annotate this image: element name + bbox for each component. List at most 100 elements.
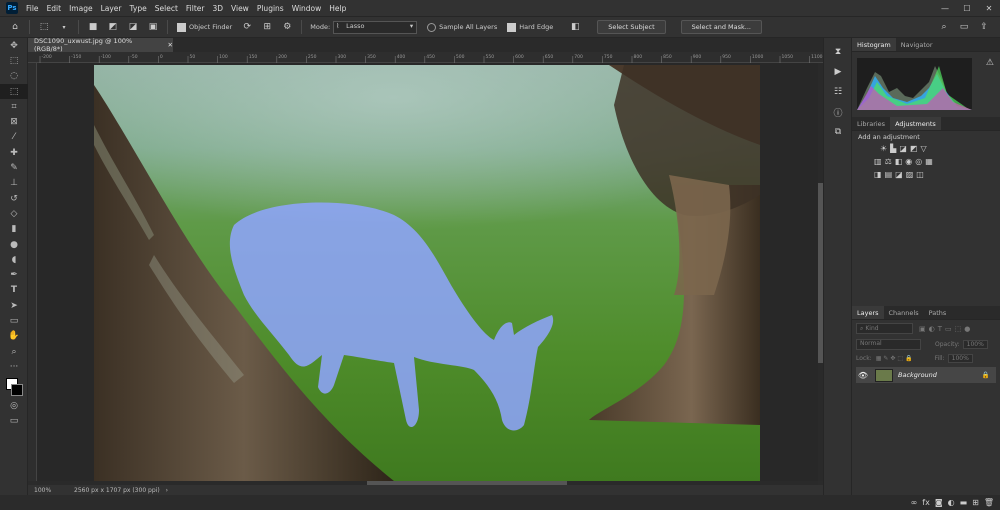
mode-select[interactable]: ⌇ Lasso ▾: [333, 20, 418, 34]
menu-select[interactable]: Select: [155, 4, 178, 13]
more-tools-icon[interactable]: ···: [0, 359, 28, 374]
hue-saturation-icon[interactable]: ▥: [874, 157, 882, 166]
gradient-map-icon[interactable]: ▨: [906, 170, 914, 179]
intersect-selection-icon[interactable]: ▣: [146, 20, 160, 34]
delete-layer-icon[interactable]: 🗑: [984, 498, 994, 507]
channel-mixer-icon[interactable]: ◎: [915, 157, 922, 166]
new-group-icon[interactable]: ▬: [960, 498, 968, 507]
adjustment-layer-icon[interactable]: ◐: [948, 498, 955, 507]
menu-image[interactable]: Image: [69, 4, 93, 13]
color-balance-icon[interactable]: ⚖: [885, 157, 892, 166]
menu-file[interactable]: File: [26, 4, 39, 13]
document-tab[interactable]: DSC1090_uxwust.jpg @ 100% (RGB/8*) ✕: [28, 37, 173, 53]
zoom-level[interactable]: 100%: [34, 487, 64, 494]
spot-healing-tool-icon[interactable]: ✚: [0, 145, 28, 160]
menu-edit[interactable]: Edit: [47, 4, 62, 13]
black-white-icon[interactable]: ◧: [895, 157, 903, 166]
chevron-right-icon[interactable]: ›: [166, 487, 168, 494]
gear-icon[interactable]: ⚙: [280, 20, 294, 34]
object-finder-checkbox[interactable]: Object Finder: [177, 22, 232, 32]
history-icon[interactable]: ⧗: [824, 42, 852, 62]
show-all-objects-icon[interactable]: ⊞: [260, 20, 274, 34]
filter-icons[interactable]: ▣◐T▭⬚●: [919, 325, 973, 333]
eyedropper-tool-icon[interactable]: ⁄: [0, 130, 28, 145]
fill-value[interactable]: 100%: [947, 354, 973, 363]
lasso-tool-icon[interactable]: ◌: [0, 69, 28, 84]
object-selection-tool-icon[interactable]: ⬚: [0, 83, 28, 100]
close-icon[interactable]: ✕: [978, 4, 1000, 13]
tab-libraries[interactable]: Libraries: [852, 117, 890, 130]
minimize-icon[interactable]: —: [934, 4, 956, 13]
invert-icon[interactable]: ◨: [874, 170, 882, 179]
menu-window[interactable]: Window: [292, 4, 322, 13]
new-selection-icon[interactable]: ■: [86, 20, 100, 34]
tab-paths[interactable]: Paths: [924, 306, 952, 319]
quick-mask-icon[interactable]: ◎: [0, 399, 28, 414]
curves-icon[interactable]: ◪: [899, 144, 907, 153]
refresh-icon[interactable]: ⟳: [240, 20, 254, 34]
add-to-selection-icon[interactable]: ◩: [106, 20, 120, 34]
warning-icon[interactable]: ⚠: [986, 58, 994, 68]
menu-3d[interactable]: 3D: [212, 4, 223, 13]
hard-edge-checkbox[interactable]: Hard Edge: [507, 22, 553, 32]
brush-tool-icon[interactable]: ✎: [0, 160, 28, 175]
move-tool-icon[interactable]: ✥: [0, 38, 28, 53]
menu-filter[interactable]: Filter: [186, 4, 205, 13]
properties-icon[interactable]: ☷: [824, 82, 852, 102]
layer-kind-filter[interactable]: ⌕ Kind: [856, 323, 913, 334]
pen-tool-icon[interactable]: ✒: [0, 267, 28, 282]
eraser-tool-icon[interactable]: ◇: [0, 206, 28, 221]
maximize-icon[interactable]: ☐: [956, 4, 978, 13]
eye-icon[interactable]: 👁: [856, 371, 870, 380]
fx-icon[interactable]: fx: [922, 498, 930, 507]
menu-layer[interactable]: Layer: [101, 4, 122, 13]
rectangle-tool-icon[interactable]: ▭: [0, 313, 28, 328]
exposure-icon[interactable]: ◩: [910, 144, 918, 153]
path-selection-tool-icon[interactable]: ➤: [0, 298, 28, 313]
screen-mode-icon[interactable]: ▭: [0, 414, 28, 429]
threshold-icon[interactable]: ◪: [895, 170, 903, 179]
select-and-mask-button[interactable]: Select and Mask...: [680, 20, 762, 34]
color-swatches-icon[interactable]: [0, 375, 28, 399]
levels-icon[interactable]: ▙: [890, 144, 896, 153]
document-info[interactable]: 2560 px x 1707 px (300 ppi): [74, 487, 160, 494]
tab-channels[interactable]: Channels: [884, 306, 924, 319]
new-layer-icon[interactable]: ⊞: [972, 498, 979, 507]
photo-filter-icon[interactable]: ◉: [905, 157, 912, 166]
clone-stamp-tool-icon[interactable]: ⊥: [0, 176, 28, 191]
blur-tool-icon[interactable]: ●: [0, 237, 28, 252]
menu-plugins[interactable]: Plugins: [257, 4, 284, 13]
document-canvas[interactable]: [94, 65, 760, 481]
opacity-value[interactable]: 100%: [962, 340, 988, 349]
hand-tool-icon[interactable]: ✋: [0, 329, 28, 344]
checkbox-box[interactable]: [427, 22, 437, 32]
crop-tool-icon[interactable]: ⌗: [0, 99, 28, 114]
lock-icons[interactable]: ▦✎✥⬚🔒: [876, 355, 915, 362]
layer-row-background[interactable]: 👁 Background 🔒: [856, 367, 996, 383]
history-brush-tool-icon[interactable]: ↺: [0, 191, 28, 206]
posterize-icon[interactable]: ▤: [885, 170, 893, 179]
hover-highlight-icon[interactable]: ◧: [568, 20, 582, 34]
selective-color-icon[interactable]: ◫: [916, 170, 924, 179]
background-color-icon[interactable]: [11, 383, 23, 396]
frame-tool-icon[interactable]: ⊠: [0, 114, 28, 129]
search-icon[interactable]: ⌕: [937, 20, 951, 34]
menu-help[interactable]: Help: [329, 4, 346, 13]
add-mask-icon[interactable]: ◙: [935, 498, 943, 507]
checkbox-box[interactable]: [177, 22, 186, 32]
subtract-from-selection-icon[interactable]: ◪: [126, 20, 140, 34]
tab-layers[interactable]: Layers: [852, 306, 884, 319]
vibrance-icon[interactable]: ▽: [920, 144, 926, 153]
link-layers-icon[interactable]: ∞: [911, 498, 918, 507]
type-tool-icon[interactable]: T: [0, 283, 28, 298]
tab-navigator[interactable]: Navigator: [896, 38, 938, 51]
object-selection-tool-icon[interactable]: ⬚: [37, 20, 51, 34]
actions-play-icon[interactable]: ▶: [824, 62, 852, 82]
menu-type[interactable]: Type: [130, 4, 147, 13]
brightness-contrast-icon[interactable]: ☀: [880, 144, 887, 153]
tab-histogram[interactable]: Histogram: [852, 38, 896, 51]
marquee-tool-icon[interactable]: ⬚: [0, 53, 28, 68]
menu-view[interactable]: View: [231, 4, 249, 13]
comments-icon[interactable]: ⧉: [824, 122, 852, 142]
workspace-icon[interactable]: ▭: [957, 20, 971, 34]
